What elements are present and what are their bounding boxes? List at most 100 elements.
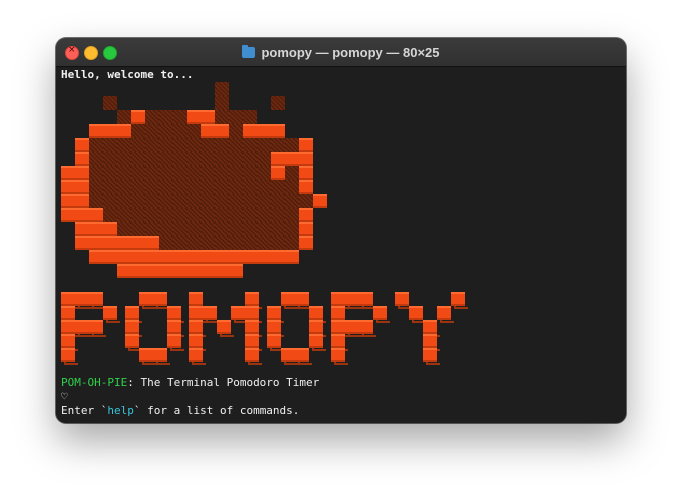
tomato-pixel [285, 138, 299, 152]
tomato-pixel [313, 194, 327, 208]
logo-pixel [125, 334, 139, 348]
tomato-pixel [285, 152, 299, 166]
tomato-pixel [201, 222, 215, 236]
help-suffix: ` for a list of commands. [133, 404, 300, 417]
tomato-pixel [229, 166, 243, 180]
tomato-pixel [201, 250, 215, 264]
window-title-text: pomopy — pomopy — 80×25 [261, 44, 440, 60]
terminal-output[interactable]: Hello, welcome to... POM-OH-PIE: The Ter… [56, 67, 626, 423]
logo-pixel [153, 292, 167, 306]
folder-icon [242, 44, 256, 58]
logo-pixel [295, 292, 309, 306]
tomato-pixel [285, 250, 299, 264]
tomato-pixel [131, 194, 145, 208]
logo-pixel [423, 334, 437, 348]
logo-pixel [245, 320, 259, 334]
tomato-pixel [131, 250, 145, 264]
logo-pixel [89, 320, 103, 334]
title-bar[interactable]: × pomopy — pomopy — 80×25 [56, 38, 626, 67]
tomato-pixel [201, 180, 215, 194]
tomato-pixel [285, 180, 299, 194]
tomato-pixel [215, 180, 229, 194]
tomato-pixel [117, 138, 131, 152]
logo-pixel [245, 334, 259, 348]
tomato-pixel [187, 124, 201, 138]
tomato-pixel [173, 222, 187, 236]
tomato-pixel [61, 194, 75, 208]
tomato-pixel [271, 194, 285, 208]
logo-pixel [153, 348, 167, 362]
tomato-pixel [145, 152, 159, 166]
logo-pixel [245, 306, 259, 320]
tomato-pixel [159, 124, 173, 138]
tomato-pixel [61, 208, 75, 222]
logo-pixel [189, 320, 203, 334]
tomato-pixel [243, 110, 257, 124]
logo-pixel [89, 292, 103, 306]
tomato-pixel [131, 138, 145, 152]
tomato-pixel [75, 152, 89, 166]
tomato-pixel [271, 208, 285, 222]
tomato-pixel [131, 236, 145, 250]
logo-pixel [125, 306, 139, 320]
tomato-pixel [145, 166, 159, 180]
tomato-pixel [215, 222, 229, 236]
tomato-pixel [243, 180, 257, 194]
tomato-pixel [229, 250, 243, 264]
tomato-pixel [271, 250, 285, 264]
tomato-pixel [271, 138, 285, 152]
help-command: help [107, 404, 134, 417]
tomato-pixel [173, 152, 187, 166]
tomato-pixel [229, 152, 243, 166]
logo-pixel [423, 320, 437, 334]
tomato-pixel [145, 110, 159, 124]
tomato-pixel [75, 194, 89, 208]
tomato-pixel [299, 222, 313, 236]
tomato-pixel [201, 264, 215, 278]
logo-pixel [167, 306, 181, 320]
logo-pixel [203, 306, 217, 320]
window-title: pomopy — pomopy — 80×25 [56, 38, 626, 66]
tomato-pixel [187, 138, 201, 152]
tomato-pixel [187, 180, 201, 194]
tomato-pixel [173, 194, 187, 208]
terminal-window: × pomopy — pomopy — 80×25 Hello, welcome… [56, 38, 626, 423]
tomato-pixel [285, 194, 299, 208]
tomato-pixel [145, 208, 159, 222]
tomato-pixel [187, 166, 201, 180]
tomato-pixel [117, 250, 131, 264]
logo-pixel [395, 292, 409, 306]
tomato-pixel [271, 236, 285, 250]
logo-pixel [189, 292, 203, 306]
tomato-pixel [145, 180, 159, 194]
logo-pixel [331, 306, 345, 320]
logo-pixel [61, 334, 75, 348]
tomato-pixel [271, 96, 285, 110]
tomato-pixel [89, 124, 103, 138]
tomato-pixel [159, 264, 173, 278]
tomato-pixel [103, 124, 117, 138]
tomato-pixel [145, 250, 159, 264]
tomato-pixel [173, 236, 187, 250]
tomato-pixel [117, 222, 131, 236]
tomato-pixel [103, 208, 117, 222]
tomato-pixel [131, 180, 145, 194]
tomato-pixel [299, 180, 313, 194]
tomato-pixel [103, 236, 117, 250]
tomato-pixel [75, 138, 89, 152]
tomato-pixel [117, 166, 131, 180]
tomato-pixel [201, 166, 215, 180]
tomato-pixel [257, 222, 271, 236]
tagline-text: : The Terminal Pomodoro Timer [127, 376, 320, 389]
tomato-pixel [229, 110, 243, 124]
tomato-pixel [61, 180, 75, 194]
tomato-pixel [159, 222, 173, 236]
app-name: POM-OH-PIE [61, 376, 128, 389]
tomato-pixel [173, 138, 187, 152]
tomato-pixel [89, 180, 103, 194]
tomato-pixel [271, 152, 285, 166]
tomato-pixel [173, 180, 187, 194]
tomato-pixel [187, 250, 201, 264]
tomato-pixel [75, 222, 89, 236]
tomato-pixel [229, 180, 243, 194]
